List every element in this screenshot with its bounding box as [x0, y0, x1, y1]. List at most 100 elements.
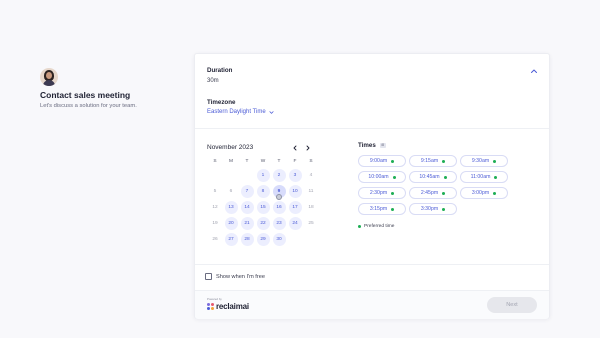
times-section: Times ⊞ 9:00am 9:15am 9:30am 10:00am 10:45am…: [358, 142, 544, 229]
intro-panel: Contact sales meeting Let's discuss a so…: [40, 68, 180, 109]
preferred-dot-icon: [391, 191, 395, 195]
calendar-day: 6: [229, 189, 233, 194]
time-slot-button[interactable]: 10:45am: [409, 171, 457, 183]
preferred-dot-icon: [442, 207, 446, 211]
page-subtitle: Let's discuss a solution for your team.: [40, 103, 137, 109]
preferred-dot-icon: [443, 175, 447, 179]
time-slot-button[interactable]: 11:00am: [460, 171, 508, 183]
duration-label: Duration: [207, 67, 233, 74]
calendar-day[interactable]: 23: [272, 217, 286, 230]
calendar-day[interactable]: 16: [272, 201, 286, 214]
calendar-empty-cell: [289, 233, 302, 246]
preferred-dot-icon: [358, 225, 361, 228]
times-label: Times: [358, 142, 376, 149]
preferred-dot-icon: [442, 159, 446, 163]
calendar-day: 19: [212, 221, 218, 226]
calendar-day[interactable]: 2: [272, 169, 286, 182]
brand-name: reclaimai: [216, 302, 249, 311]
preferred-dot-icon: [442, 191, 446, 195]
weekday-header: F: [293, 159, 297, 164]
free-label: Show when I'm free: [216, 273, 265, 280]
time-slot-button[interactable]: 3:30pm: [409, 203, 457, 215]
timezone-value: Eastern Daylight Time: [207, 109, 266, 115]
calendar-day[interactable]: 10: [288, 185, 302, 198]
calendar-day[interactable]: 7: [240, 185, 254, 198]
next-button[interactable]: Next: [487, 297, 537, 313]
calendar-day[interactable]: 30: [272, 233, 286, 246]
time-slot-button[interactable]: 9:15am: [409, 155, 457, 167]
chevron-right-icon[interactable]: [305, 145, 311, 151]
calendar-day: 18: [308, 205, 314, 210]
time-slot-label: 3:00pm: [471, 190, 490, 196]
time-slot-grid: 9:00am 9:15am 9:30am 10:00am 10:45am 11:00am 2…: [358, 155, 544, 215]
time-slot-button[interactable]: 10:00am: [358, 171, 406, 183]
calendar-day[interactable]: 22: [256, 217, 270, 230]
duration-value: 30m: [207, 78, 219, 84]
reclaim-logo-icon: [207, 303, 214, 310]
time-slot-label: 9:30am: [471, 158, 490, 164]
time-slot-button[interactable]: 9:00am: [358, 155, 406, 167]
show-free-toggle[interactable]: Show when I'm free: [205, 273, 265, 280]
calendar-day: 5: [213, 189, 217, 194]
free-checkbox[interactable]: [205, 273, 212, 280]
card-footer: Powered by reclaimai Next: [195, 290, 549, 319]
preferred-dot-icon: [493, 191, 497, 195]
calendar-day[interactable]: 3: [288, 169, 302, 182]
time-slot-label: 10:45am: [419, 174, 440, 180]
time-slot-label: 11:00am: [470, 174, 491, 180]
time-slot-label: 9:00am: [369, 158, 388, 164]
calendar-day[interactable]: 29: [256, 233, 270, 246]
calendar-day[interactable]: 27: [224, 233, 238, 246]
time-slot-label: 2:45pm: [420, 190, 439, 196]
weekday-header: T: [277, 159, 281, 164]
calendar-day[interactable]: 15: [256, 201, 270, 214]
timezone-section: Timezone Eastern Daylight Time: [207, 99, 274, 115]
calendar-day[interactable]: 13: [224, 201, 238, 214]
brand: Powered by reclaimai: [207, 297, 249, 311]
weekday-header: T: [245, 159, 249, 164]
time-slot-label: 3:15pm: [369, 206, 388, 212]
time-slot-label: 3:30pm: [420, 206, 439, 212]
calendar-month: November 2023: [207, 144, 254, 151]
preferred-dot-icon: [493, 159, 497, 163]
calendar-day: 26: [212, 237, 218, 242]
preferred-dot-icon: [391, 207, 395, 211]
time-slot-button[interactable]: 9:30am: [460, 155, 508, 167]
calendar-day[interactable]: 20: [224, 217, 238, 230]
weekday-header: W: [260, 159, 266, 164]
calendar: November 2023 S M T W T F S 1 2 3 4 5 6 7 8 9 10 11 12 13 14…: [207, 144, 314, 246]
calendar-day[interactable]: 28: [240, 233, 254, 246]
legend-label: Preferred time: [364, 224, 395, 229]
page-title: Contact sales meeting: [40, 90, 131, 100]
calendar-empty-cell: [209, 169, 222, 182]
chevron-left-icon[interactable]: [292, 145, 298, 151]
timezone-label: Timezone: [207, 99, 236, 106]
preferred-legend: Preferred time: [358, 224, 544, 229]
time-slot-button[interactable]: 3:00pm: [460, 187, 508, 199]
calendar-day[interactable]: 1: [256, 169, 270, 182]
info-icon[interactable]: ⊞: [379, 143, 386, 148]
time-slot-button[interactable]: 2:30pm: [358, 187, 406, 199]
time-slot-button[interactable]: 3:15pm: [358, 203, 406, 215]
calendar-day: 11: [308, 189, 314, 194]
calendar-empty-cell: [241, 169, 254, 182]
calendar-day[interactable]: 8: [256, 185, 270, 198]
calendar-grid: S M T W T F S 1 2 3 4 5 6 7 8 9 10 11 12 13 14 15 16 17 18 19 20 21…: [207, 157, 314, 246]
timezone-select[interactable]: Eastern Daylight Time: [207, 109, 274, 115]
duration-section: Duration 30m: [207, 67, 232, 84]
preferred-dot-icon: [494, 175, 498, 179]
chevron-up-icon[interactable]: [530, 67, 538, 75]
calendar-empty-cell: [225, 169, 238, 182]
preferred-dot-icon: [391, 159, 395, 163]
calendar-day: 4: [309, 173, 313, 178]
divider: [195, 128, 549, 129]
calendar-day[interactable]: 24: [288, 217, 302, 230]
weekday-header: M: [229, 159, 233, 164]
time-slot-button[interactable]: 2:45pm: [409, 187, 457, 199]
calendar-day[interactable]: 14: [240, 201, 254, 214]
calendar-day[interactable]: 17: [288, 201, 302, 214]
calendar-empty-cell: [305, 233, 318, 246]
time-slot-label: 10:00am: [368, 174, 389, 180]
calendar-day[interactable]: 21: [240, 217, 254, 230]
time-slot-label: 9:15am: [420, 158, 439, 164]
